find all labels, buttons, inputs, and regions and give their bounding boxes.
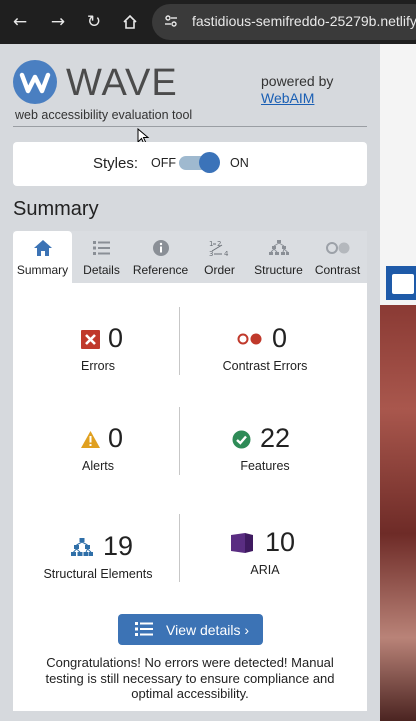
tab-label: Order xyxy=(204,263,235,277)
features-label: Features xyxy=(240,459,290,473)
errors-label: Errors xyxy=(80,359,116,373)
badge-inner xyxy=(392,274,414,294)
site-settings-icon[interactable] xyxy=(162,13,180,31)
structural-label: Structural Elements xyxy=(43,567,153,581)
styles-label: Styles: xyxy=(93,155,139,172)
logo-tagline: web accessibility evaluation tool xyxy=(15,108,193,122)
structure-icon xyxy=(249,239,308,257)
view-details-label: View details › xyxy=(166,622,250,638)
aria-icon xyxy=(231,533,253,553)
tab-summary[interactable]: Summary xyxy=(13,231,72,283)
svg-text:3: 3 xyxy=(209,250,213,258)
browser-toolbar: ← → ↻ fastidious-semifreddo-25279b.netli… xyxy=(0,0,416,44)
info-icon xyxy=(131,239,190,257)
home-icon xyxy=(13,239,72,257)
alerts-count: 0 xyxy=(108,423,124,453)
wave-logo-icon xyxy=(13,60,57,104)
tab-label: Structure xyxy=(254,263,303,277)
tab-reference[interactable]: Reference xyxy=(131,231,190,283)
home-icon[interactable] xyxy=(118,10,142,34)
tab-label: Summary xyxy=(16,263,69,277)
svg-text:1: 1 xyxy=(209,240,213,248)
webaim-link[interactable]: WebAIM xyxy=(261,90,314,106)
styles-card: Styles: OFF ON xyxy=(13,142,367,186)
powered-by-text: powered by xyxy=(261,73,334,89)
svg-text:4: 4 xyxy=(224,250,229,258)
errors-count: 0 xyxy=(108,323,124,353)
contrast-icon xyxy=(308,239,367,257)
congratulations-message: Congratulations! No errors were detected… xyxy=(45,655,335,701)
alerts-label: Alerts xyxy=(82,459,114,473)
panel-tabs: Summary Details Reference 1234 Order Str… xyxy=(13,231,367,283)
header-divider xyxy=(13,126,367,127)
reload-icon[interactable]: ↻ xyxy=(82,10,106,34)
list-icon xyxy=(72,239,131,257)
list-icon xyxy=(135,622,153,636)
aria-count: 10 xyxy=(265,527,296,557)
structure-icon xyxy=(71,538,93,556)
tab-label: Details xyxy=(83,263,120,277)
tab-label: Contrast xyxy=(314,263,361,277)
wave-sidebar: WAVE web accessibility evaluation tool p… xyxy=(0,44,380,721)
tab-order[interactable]: 1234 Order xyxy=(190,231,249,283)
error-icon xyxy=(81,330,100,349)
feature-icon xyxy=(232,430,251,449)
contrast-error-icon xyxy=(237,333,262,345)
features-count: 22 xyxy=(260,423,291,453)
logo-wordmark: WAVE xyxy=(66,62,178,104)
back-arrow-icon[interactable]: ← xyxy=(8,10,32,34)
structural-count: 19 xyxy=(103,531,134,561)
forward-arrow-icon[interactable]: → xyxy=(46,10,70,34)
tab-structure[interactable]: Structure xyxy=(249,231,308,283)
summary-content: 0 Errors 0 Contrast Errors 0 Alerts 22 F… xyxy=(13,283,367,711)
tab-contrast[interactable]: Contrast xyxy=(308,231,367,283)
alert-icon xyxy=(81,431,100,448)
tab-label: Reference xyxy=(132,263,189,277)
order-icon: 1234 xyxy=(190,239,249,258)
aria-label: ARIA xyxy=(250,563,280,577)
contrast-errors-count: 0 xyxy=(272,323,288,353)
styles-toggle-knob[interactable] xyxy=(199,152,220,173)
summary-heading: Summary xyxy=(13,198,99,220)
styles-off-label: OFF xyxy=(151,156,176,170)
tab-details[interactable]: Details xyxy=(72,231,131,283)
page-photo xyxy=(380,305,416,721)
styles-on-label: ON xyxy=(230,156,249,170)
view-details-button[interactable]: View details › xyxy=(118,614,263,645)
url-text: fastidious-semifreddo-25279b.netlify xyxy=(192,13,416,29)
contrast-errors-label: Contrast Errors xyxy=(222,359,308,373)
address-bar[interactable]: fastidious-semifreddo-25279b.netlify xyxy=(152,4,416,40)
